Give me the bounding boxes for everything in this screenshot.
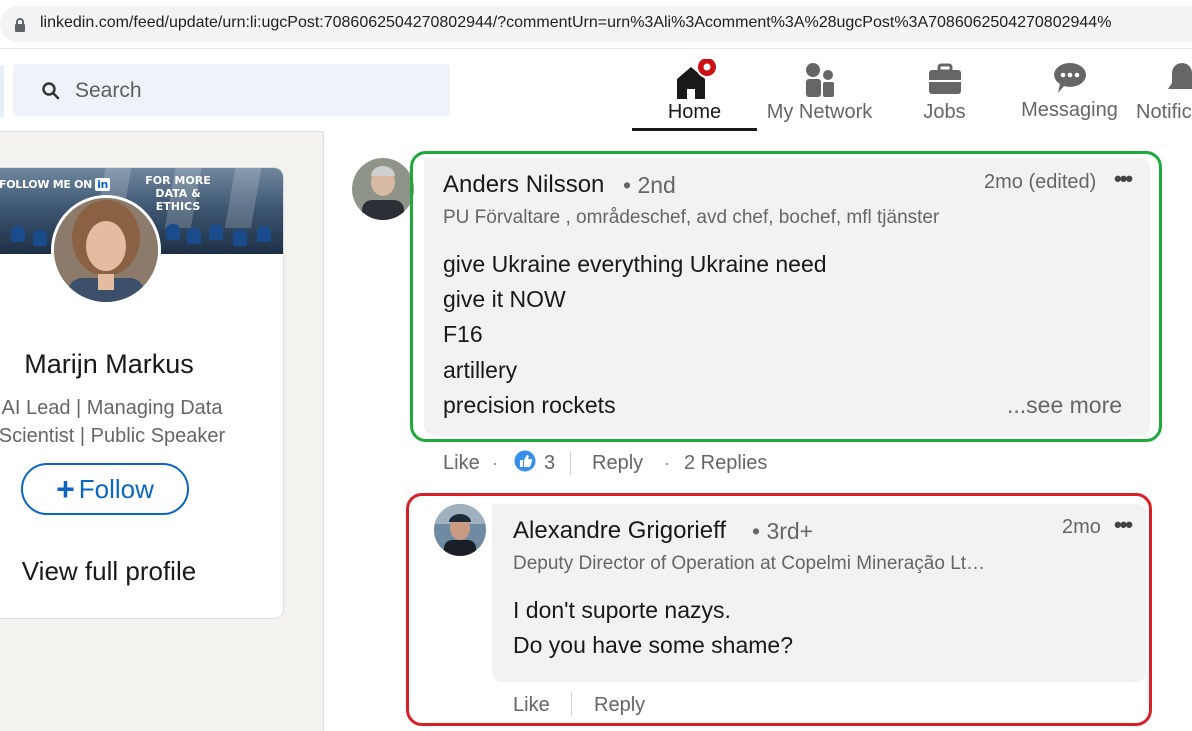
banner-seat: [166, 224, 180, 240]
nav-messaging-label: Messaging: [1021, 99, 1118, 121]
comment-text-line: give Ukraine everything Ukraine need: [443, 251, 827, 277]
banner-seat: [257, 226, 271, 242]
nav-notifications[interactable]: Notific: [1132, 49, 1192, 131]
reply-text-line: Do you have some shame?: [513, 632, 793, 658]
banner-seat: [209, 224, 223, 240]
connection-degree: • 3rd+: [752, 518, 814, 544]
bell-icon: [1168, 63, 1192, 89]
banner-text-right: FOR MORE DATA & ETHICS: [133, 174, 223, 213]
like-button[interactable]: Like: [443, 452, 480, 475]
profile-card: FOLLOW ME ON in FOR MORE DATA & ETHICS Ma…: [0, 167, 284, 619]
follow-button[interactable]: + Follow: [21, 463, 189, 515]
reply-author-headline: Deputy Director of Operation at Copelmi …: [513, 553, 986, 574]
nav-home[interactable]: Home: [632, 49, 757, 131]
see-more-link[interactable]: ...see more: [1007, 392, 1122, 419]
linkedin-logo-icon: in: [95, 178, 111, 191]
commenter-avatar[interactable]: [352, 158, 414, 220]
reaction-count[interactable]: 3: [544, 452, 555, 475]
banner-follow-text: FOLLOW ME ON: [0, 178, 93, 191]
action-divider: [571, 692, 572, 716]
reply-button[interactable]: Reply: [592, 452, 643, 475]
banner-seat: [33, 230, 47, 246]
connection-degree: • 2nd: [623, 172, 676, 198]
comment-text-line: F16: [443, 321, 483, 347]
comment-text-line: artillery: [443, 357, 518, 383]
home-icon: [676, 59, 718, 99]
nav-jobs[interactable]: Jobs: [882, 49, 1007, 131]
banner-right-line2: DATA & ETHICS: [155, 187, 201, 213]
reply-reply-button[interactable]: Reply: [594, 694, 645, 717]
plus-icon: +: [56, 471, 75, 507]
action-divider: [570, 451, 571, 475]
lock-icon: [15, 18, 25, 32]
messaging-icon: [1053, 63, 1086, 93]
commenter-photo: [352, 158, 414, 220]
url-text[interactable]: linkedin.com/feed/update/urn:li:ugcPost:…: [40, 14, 1111, 32]
replies-count-link[interactable]: 2 Replies: [684, 452, 767, 475]
nav-messaging[interactable]: Messaging: [1007, 49, 1132, 131]
reply-like-button[interactable]: Like: [513, 694, 550, 717]
profile-name[interactable]: Marijn Markus: [0, 349, 237, 380]
nav-notifications-label: Notific: [1136, 101, 1192, 123]
banner-seat: [187, 228, 201, 244]
reply-author-name[interactable]: Alexandre Grigorieff: [513, 517, 726, 545]
separator-dot: ·: [492, 453, 498, 473]
like-reaction-icon[interactable]: [513, 449, 537, 473]
comment-text-line: give it NOW: [443, 286, 566, 312]
nav-home-label: Home: [667, 101, 722, 123]
profile-headline: AI Lead | Managing Data Scientist | Publ…: [0, 394, 243, 450]
replier-avatar[interactable]: [434, 504, 486, 556]
reply-timestamp: 2mo: [1062, 516, 1101, 538]
comment-author-name[interactable]: Anders Nilsson: [443, 171, 604, 199]
search-input[interactable]: Search: [13, 64, 450, 116]
replier-photo: [434, 504, 486, 556]
nav-left-edge: [0, 65, 4, 117]
banner-light-beam: [224, 168, 264, 228]
browser-url-bar: linkedin.com/feed/update/urn:li:ugcPost:…: [0, 0, 1192, 49]
comment-author-headline: PU Förvaltare , områdeschef, avd chef, b…: [443, 207, 940, 228]
comment-text-line: precision rockets: [443, 392, 616, 418]
comment-timestamp: 2mo (edited): [984, 171, 1097, 193]
separator-dot: ·: [664, 453, 670, 473]
search-icon: [42, 82, 60, 100]
banner-seat: [11, 226, 25, 242]
briefcase-icon: [928, 63, 961, 94]
banner-text-left: FOLLOW ME ON in: [0, 178, 111, 191]
profile-photo: [54, 198, 158, 302]
top-navigation: Search Home My Network Jobs Messaging No…: [0, 49, 1192, 132]
banner-right-line1: FOR MORE: [145, 174, 211, 187]
banner-seat: [233, 230, 247, 246]
more-options-icon[interactable]: •••: [1114, 512, 1133, 538]
profile-headline-line2: Scientist | Public Speaker: [0, 425, 226, 447]
search-placeholder: Search: [75, 79, 142, 102]
profile-avatar[interactable]: [51, 195, 161, 305]
network-icon: [805, 63, 834, 97]
nav-my-network[interactable]: My Network: [757, 49, 882, 131]
profile-headline-line1: AI Lead | Managing Data: [1, 397, 223, 419]
nav-my-network-label: My Network: [766, 101, 873, 123]
reply-text-line: I don't suporte nazys.: [513, 597, 731, 623]
more-options-icon[interactable]: •••: [1114, 166, 1133, 192]
nav-jobs-label: Jobs: [923, 101, 966, 123]
follow-label: Follow: [78, 474, 154, 504]
view-full-profile-link[interactable]: View full profile: [0, 556, 237, 587]
